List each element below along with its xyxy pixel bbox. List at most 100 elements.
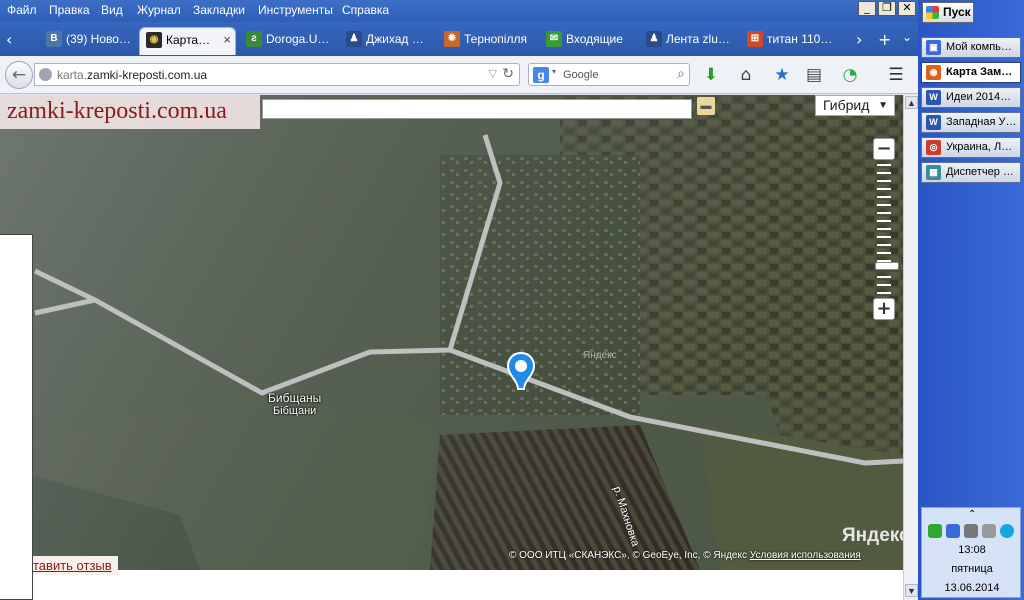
page-content: zamki-kreposti.com.ua ▬ Гибрид ▼ − + Биб… xyxy=(0,95,903,600)
taskbar-item-label: Украина, Л… xyxy=(946,141,1013,153)
satellite-imagery xyxy=(0,95,903,570)
menu-bookmarks[interactable]: Закладки xyxy=(193,3,245,17)
tab-bar: ‹ В (39) Ново… ◉ Карта… × ƨ Doroga.U… ♟ … xyxy=(0,22,918,56)
url-text[interactable]: karta.zamki-kreposti.com.ua xyxy=(57,68,207,82)
url-prefix: karta. xyxy=(57,68,88,82)
window-controls: _ ❐ ✕ xyxy=(858,1,916,16)
download-icon[interactable]: ⬇ xyxy=(700,65,722,85)
list-all-tabs-icon[interactable]: ⌄ xyxy=(902,30,912,44)
bookmark-star-icon[interactable]: ★ xyxy=(771,65,793,85)
yandex-watermark-small: Яндекс xyxy=(583,350,617,361)
tabs-scroll-right-icon[interactable]: › xyxy=(856,30,862,49)
globe-icon xyxy=(39,68,52,81)
side-panel xyxy=(0,234,33,600)
restore-button[interactable]: ❐ xyxy=(878,1,896,16)
navigation-bar: ← karta.zamki-kreposti.com.ua ▽ ↻ g ▾ Go… xyxy=(0,56,918,94)
tab-jihad[interactable]: ♟ Джихад … xyxy=(340,27,436,55)
chevron-down-icon: ▼ xyxy=(878,100,888,111)
clock-day: пятница xyxy=(951,563,993,575)
user-icon: ♟ xyxy=(646,31,662,47)
sync-icon[interactable]: ◔ xyxy=(839,65,861,85)
windows-logo-icon xyxy=(926,6,939,19)
url-dropdown-icon[interactable]: ▽ xyxy=(489,67,497,80)
url-bar[interactable]: karta.zamki-kreposti.com.ua ▽ ↻ xyxy=(34,63,520,86)
site-logo[interactable]: zamki-kreposti.com.ua xyxy=(0,95,260,129)
page-scrollbar[interactable]: ▲ ▼ xyxy=(903,95,918,600)
start-label: Пуск xyxy=(943,5,971,19)
zoom-slider[interactable] xyxy=(875,164,899,294)
network-tray-icon[interactable] xyxy=(946,524,960,538)
scroll-down-icon[interactable]: ▼ xyxy=(905,584,918,597)
clock-date: 13.06.2014 xyxy=(944,582,1000,594)
search-bar[interactable]: g ▾ Google ⌕ xyxy=(528,63,690,86)
menu-history[interactable]: Журнал xyxy=(137,3,181,17)
search-input[interactable]: Google xyxy=(563,69,598,81)
menu-view[interactable]: Вид xyxy=(101,3,123,17)
reload-icon[interactable]: ↻ xyxy=(502,66,514,82)
menu-help[interactable]: Справка xyxy=(342,3,389,17)
windows-taskbar: Пуск ▣ Мой компь… ◉ Карта Зам… W Идеи 20… xyxy=(918,0,1024,600)
zoom-slider-thumb[interactable] xyxy=(875,262,899,270)
scroll-up-icon[interactable]: ▲ xyxy=(905,96,918,109)
close-tab-icon[interactable]: × xyxy=(223,28,231,52)
tab-ternopillya[interactable]: ✹ Тернопілля xyxy=(438,27,536,55)
tabs-scroll-left-icon[interactable]: ‹ xyxy=(6,30,12,49)
google-icon[interactable]: g xyxy=(533,67,549,83)
satellite-map[interactable]: zamki-kreposti.com.ua ▬ Гибрид ▼ − + Биб… xyxy=(0,95,903,570)
map-layer-select[interactable]: Гибрид ▼ xyxy=(815,95,895,116)
menu-icon[interactable]: ☰ xyxy=(885,65,907,85)
taskbar-item-task-manager[interactable]: ▦ Диспетчер … xyxy=(921,162,1021,183)
clock-time[interactable]: 13:08 xyxy=(922,544,1022,556)
menu-tools[interactable]: Инструменты xyxy=(258,3,333,17)
new-tab-icon[interactable]: + xyxy=(878,30,891,49)
taskbar-item-label: Западная У… xyxy=(946,116,1017,128)
tab-label: Карта… xyxy=(166,33,211,47)
menu-file[interactable]: Файл xyxy=(7,3,37,17)
menu-edit[interactable]: Правка xyxy=(49,3,90,17)
search-engine-dropdown-icon[interactable]: ▾ xyxy=(552,67,556,76)
tab-label: Входящие xyxy=(566,32,623,46)
system-tray: ⌃ 13:08 пятница 13.06.2014 xyxy=(921,507,1021,598)
tray-icons xyxy=(928,524,1014,538)
taskbar-item-firefox[interactable]: ◉ Карта Зам… xyxy=(921,62,1021,83)
feedback-link[interactable]: тавить отзыв xyxy=(33,556,118,575)
start-button[interactable]: Пуск xyxy=(922,2,974,23)
computer-icon: ▣ xyxy=(926,40,941,55)
tab-doroga[interactable]: ƨ Doroga.U… xyxy=(240,27,338,55)
mail-icon: ✉ xyxy=(546,31,562,47)
usb-tray-icon[interactable] xyxy=(982,524,996,538)
green-tray-icon[interactable] xyxy=(928,524,942,538)
terms-link[interactable]: Условия использования xyxy=(750,550,861,561)
tab-label: титан 110… xyxy=(767,32,833,46)
home-icon[interactable]: ⌂ xyxy=(735,65,757,85)
taskbar-item-my-computer[interactable]: ▣ Мой компь… xyxy=(921,37,1021,58)
close-button[interactable]: ✕ xyxy=(898,1,916,16)
ruler-icon[interactable]: ▬ xyxy=(697,97,715,115)
map-search-input[interactable] xyxy=(262,99,692,119)
bookmarks-list-icon[interactable]: ▤ xyxy=(803,65,825,85)
place-label[interactable]: Бибщаны Бібщани xyxy=(268,391,321,417)
minimize-button[interactable]: _ xyxy=(858,1,876,16)
speaker-tray-icon[interactable] xyxy=(964,524,978,538)
zoom-in-button[interactable]: + xyxy=(873,298,895,320)
zoom-out-button[interactable]: − xyxy=(873,138,895,160)
tab-lenta[interactable]: ♟ Лента zlu… xyxy=(640,27,738,55)
location-marker-icon[interactable] xyxy=(506,351,536,391)
map-attribution: © ООО ИТЦ «СКАНЭКС», © GeoEye, Inc, © Ян… xyxy=(509,550,861,561)
tab-karta[interactable]: ◉ Карта… × xyxy=(139,27,236,55)
taskbar-item-ideas-doc[interactable]: W Идеи 2014… xyxy=(921,87,1021,108)
back-button[interactable]: ← xyxy=(5,61,33,89)
taskbar-item-chrome[interactable]: ◎ Украина, Л… xyxy=(921,137,1021,158)
tab-titan[interactable]: ⊞ титан 110… xyxy=(741,27,839,55)
skype-tray-icon[interactable] xyxy=(1000,524,1014,538)
browser-window: Файл Правка Вид Журнал Закладки Инструме… xyxy=(0,0,918,600)
tray-expand-icon[interactable]: ⌃ xyxy=(968,509,976,520)
search-icon[interactable]: ⌕ xyxy=(677,66,685,82)
windows-icon: ⊞ xyxy=(747,31,763,47)
word-icon: W xyxy=(926,90,941,105)
place-name-uk: Бібщани xyxy=(272,405,317,417)
yandex-logo: Яндекс xyxy=(842,525,903,546)
taskbar-item-western-doc[interactable]: W Западная У… xyxy=(921,112,1021,133)
tab-vk[interactable]: В (39) Ново… xyxy=(40,27,136,55)
tab-inbox[interactable]: ✉ Входящие xyxy=(540,27,636,55)
